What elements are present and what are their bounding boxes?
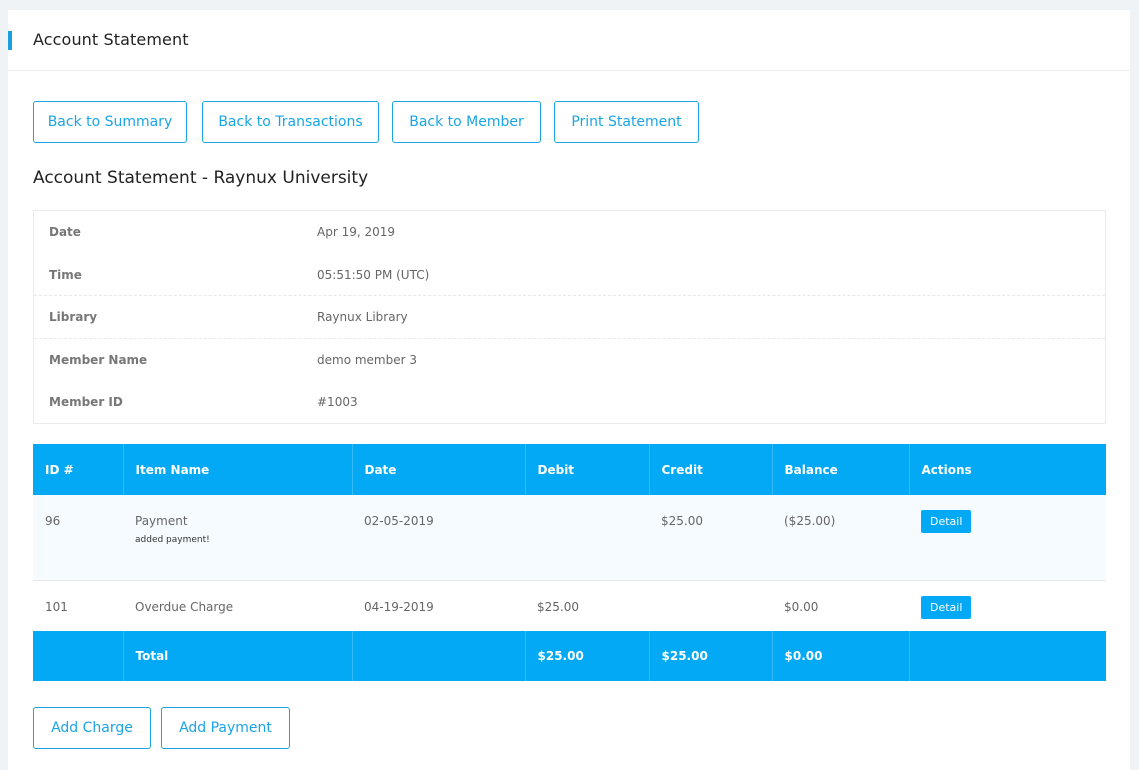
cell-empty <box>33 631 124 681</box>
total-row: Total $25.00 $25.00 $0.00 <box>33 631 1106 681</box>
detail-button[interactable]: Detail <box>921 595 972 619</box>
back-to-member-button[interactable]: Back to Member <box>392 101 541 143</box>
info-label: Member ID <box>49 395 123 410</box>
info-label: Library <box>49 310 98 325</box>
cell-id: 96 <box>33 495 123 580</box>
cell-date: 04-19-2019 <box>352 579 525 631</box>
total-label: Total <box>123 631 353 681</box>
cell-actions: Detail <box>909 579 1106 631</box>
info-row-member-id: Member ID #1003 <box>34 381 1105 424</box>
column-header-balance: Balance <box>772 444 910 495</box>
back-to-transactions-button[interactable]: Back to Transactions <box>202 101 379 143</box>
page-title: Account Statement <box>33 30 189 49</box>
cell-actions: Detail <box>909 495 1106 580</box>
cell-debit: $25.00 <box>525 579 649 631</box>
cell-empty <box>352 631 526 681</box>
info-row-time: Time 05:51:50 PM (UTC) <box>34 254 1105 297</box>
cell-balance: ($25.00) <box>772 495 909 580</box>
info-label: Date <box>49 225 81 239</box>
add-payment-button[interactable]: Add Payment <box>161 707 290 749</box>
column-header-actions: Actions <box>909 444 1106 495</box>
cell-item: Payment added payment! <box>123 495 352 580</box>
item-name: Payment <box>135 514 188 528</box>
cell-date: 02-05-2019 <box>352 495 525 580</box>
table-row: 96 Payment added payment! 02-05-2019 $25… <box>33 495 1106 580</box>
info-row-date: Date Apr 19, 2019 <box>34 211 1105 254</box>
detail-button[interactable]: Detail <box>921 510 972 533</box>
info-value: Raynux Library <box>317 310 408 325</box>
info-label: Member Name <box>49 352 148 367</box>
column-header-credit: Credit <box>649 444 773 495</box>
info-value: 05:51:50 PM (UTC) <box>317 267 430 282</box>
total-debit: $25.00 <box>525 631 650 681</box>
back-to-summary-button[interactable]: Back to Summary <box>33 101 187 143</box>
statement-panel: Account Statement Back to Summary Back t… <box>8 10 1130 770</box>
table-row: 101 Overdue Charge 04-19-2019 $25.00 $0.… <box>33 579 1106 631</box>
column-header-item-name: Item Name <box>123 444 353 495</box>
statement-title: Account Statement - Raynux University <box>33 168 369 188</box>
header-accent-bar <box>8 31 12 50</box>
column-header-debit: Debit <box>525 444 650 495</box>
total-credit: $25.00 <box>649 631 773 681</box>
print-statement-button[interactable]: Print Statement <box>554 101 699 143</box>
cell-debit <box>525 495 649 580</box>
statement-info: Date Apr 19, 2019 Time 05:51:50 PM (UTC)… <box>33 210 1106 424</box>
table-header-row: ID # Item Name Date Debit Credit Balance… <box>33 444 1106 495</box>
cell-balance: $0.00 <box>772 579 909 631</box>
info-value: Apr 19, 2019 <box>317 225 396 239</box>
info-row-library: Library Raynux Library <box>34 296 1105 339</box>
cell-empty <box>909 631 1106 681</box>
panel-header: Account Statement <box>8 10 1130 71</box>
cell-credit: $25.00 <box>649 495 772 580</box>
transactions-table: ID # Item Name Date Debit Credit Balance… <box>33 444 1106 681</box>
info-row-member-name: Member Name demo member 3 <box>34 339 1105 382</box>
info-label: Time <box>49 267 82 282</box>
info-value: demo member 3 <box>317 352 417 367</box>
cell-id: 101 <box>33 579 123 631</box>
column-header-id: ID # <box>33 444 124 495</box>
cell-item: Overdue Charge <box>123 579 352 631</box>
item-note: added payment! <box>135 535 210 545</box>
column-header-date: Date <box>352 444 526 495</box>
info-value: #1003 <box>317 395 358 410</box>
cell-credit <box>649 579 772 631</box>
add-charge-button[interactable]: Add Charge <box>33 707 151 749</box>
total-balance: $0.00 <box>772 631 910 681</box>
